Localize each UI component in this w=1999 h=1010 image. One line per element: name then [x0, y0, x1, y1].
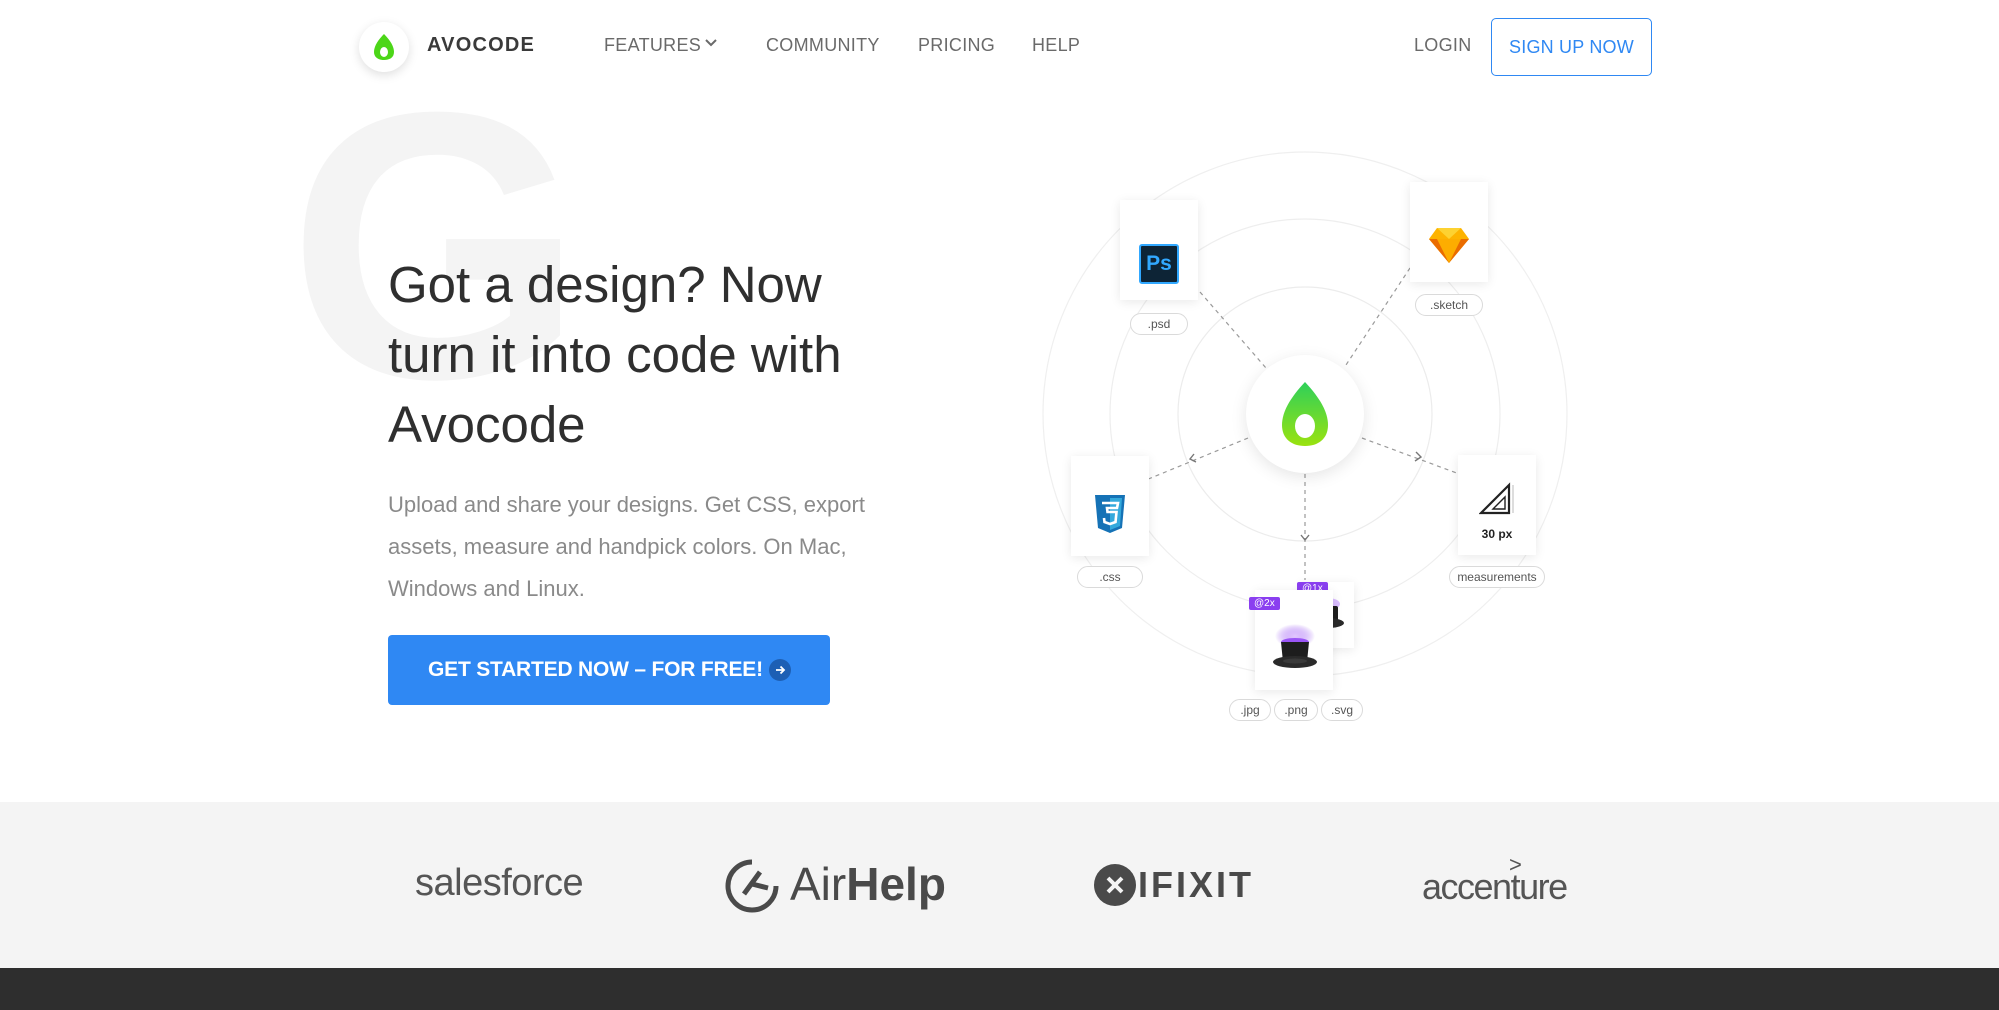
arrow-right-icon — [769, 659, 791, 681]
scale-2x-tag: @2x — [1249, 597, 1280, 610]
airhelp-help: Help — [846, 858, 946, 910]
accenture-logo: accenture — [1422, 866, 1568, 907]
salesforce-logo: salesforce — [415, 862, 584, 904]
avocode-center-logo — [1246, 355, 1364, 473]
psd-label: .psd — [1130, 313, 1188, 335]
nav-login[interactable]: LOGIN — [1414, 35, 1472, 56]
css3-icon — [1095, 495, 1125, 533]
ifixit-icon — [1094, 864, 1136, 906]
sketch-label: .sketch — [1415, 294, 1483, 316]
nav-pricing[interactable]: PRICING — [918, 35, 995, 56]
footer-band — [0, 968, 1999, 1010]
workflow-diagram: Ps .psd .sketch .css 30 px measurements — [1040, 150, 1570, 730]
jpg-label: .jpg — [1229, 699, 1271, 721]
signup-button[interactable]: SIGN UP NOW — [1491, 18, 1652, 76]
avocado-icon — [1282, 382, 1328, 446]
measurements-card: 30 px — [1458, 455, 1536, 555]
sketch-icon — [1429, 228, 1469, 263]
nav-features[interactable]: FEATURES — [604, 35, 701, 56]
airhelp-icon — [725, 859, 779, 913]
ifixit-logo: IFIXIT — [1138, 864, 1254, 905]
get-started-button[interactable]: GET STARTED NOW – FOR FREE! — [388, 635, 830, 705]
airhelp-logo: AirHelp — [790, 857, 946, 911]
png-label: .png — [1274, 699, 1318, 721]
sketch-file-card — [1410, 182, 1488, 282]
airhelp-air: Air — [790, 858, 847, 910]
nav-help[interactable]: HELP — [1032, 35, 1080, 56]
hero-subtitle: Upload and share your designs. Get CSS, … — [388, 492, 865, 601]
measurement-value: 30 px — [1481, 527, 1513, 541]
ruler-triangle-icon — [1479, 482, 1514, 515]
css-file-card — [1071, 456, 1149, 556]
customer-logos: salesforce AirHelp IFIXIT > accenture — [0, 802, 1999, 968]
chevron-down-icon[interactable] — [704, 38, 718, 48]
get-started-label: GET STARTED NOW – FOR FREE! — [428, 658, 763, 681]
nav-community[interactable]: COMMUNITY — [766, 35, 880, 56]
magic-hat-icon — [1273, 624, 1317, 668]
hero-title: Got a design? Now turn it into code with… — [388, 256, 842, 453]
photoshop-icon: Ps — [1139, 244, 1179, 284]
psd-file-card: Ps — [1120, 200, 1198, 300]
svg-label: .svg — [1321, 699, 1363, 721]
measurements-label: measurements — [1449, 566, 1545, 588]
css-label: .css — [1077, 566, 1143, 588]
